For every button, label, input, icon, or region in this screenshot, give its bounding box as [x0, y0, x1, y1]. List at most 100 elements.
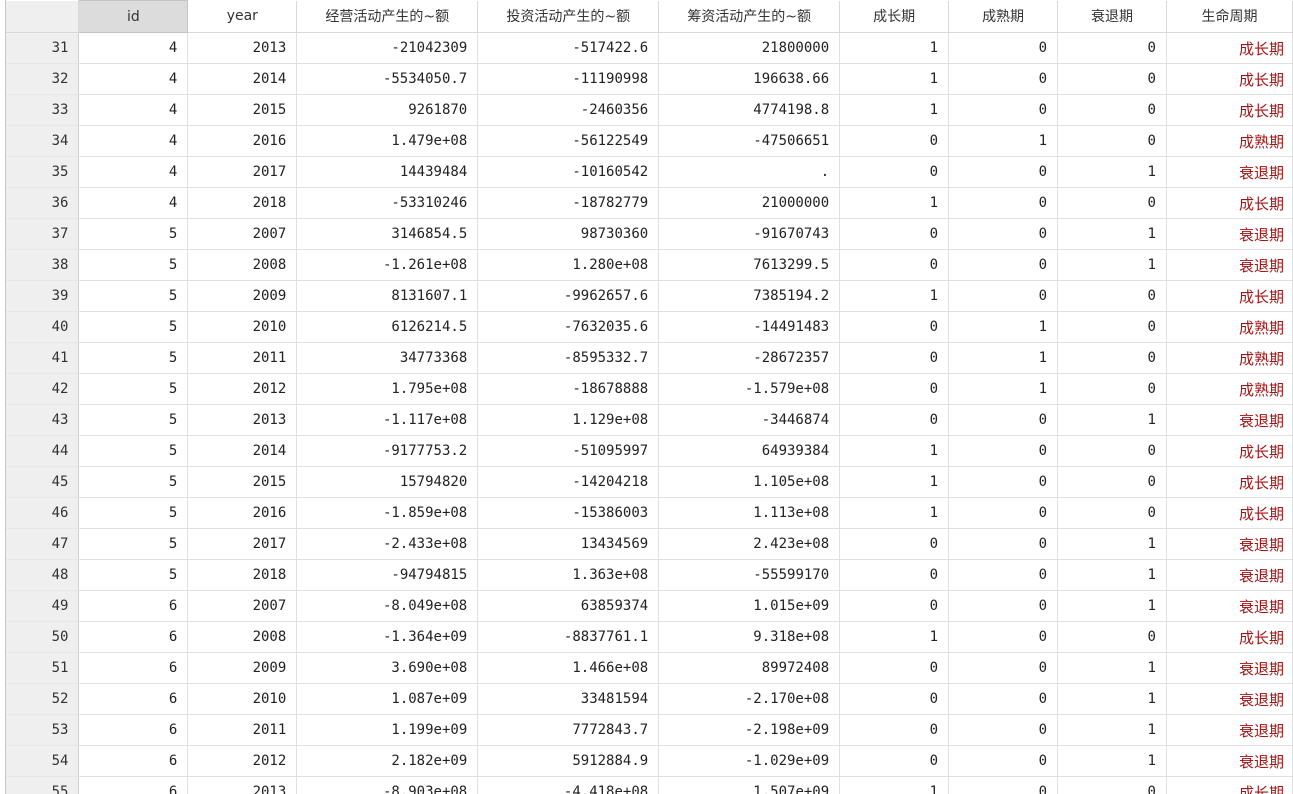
cell-decline[interactable]: 0 — [1057, 466, 1167, 498]
cell-op[interactable]: -1.117e+08 — [296, 404, 479, 436]
cell-fin[interactable]: 21000000 — [658, 187, 841, 219]
cell-decline[interactable]: 1 — [1057, 683, 1167, 715]
cell-id[interactable]: 6 — [78, 714, 189, 746]
cell-fin[interactable]: 7385194.2 — [658, 280, 841, 312]
cell-op[interactable]: -5534050.7 — [296, 63, 479, 95]
cell-life[interactable]: 成熟期 — [1166, 342, 1293, 374]
cell-mature[interactable]: 0 — [948, 466, 1059, 498]
cell-mature[interactable]: 0 — [948, 652, 1059, 684]
cell-id[interactable]: 6 — [78, 590, 189, 622]
cell-id[interactable]: 5 — [78, 218, 189, 250]
column-header-decline[interactable]: 衰退期 — [1057, 0, 1167, 33]
row-number[interactable]: 42 — [6, 373, 80, 405]
cell-fin[interactable]: 21800000 — [658, 32, 841, 64]
cell-fin[interactable]: 9.318e+08 — [658, 621, 841, 653]
cell-fin[interactable]: 89972408 — [658, 652, 841, 684]
cell-year[interactable]: 2012 — [187, 745, 298, 777]
cell-op[interactable]: -1.859e+08 — [296, 497, 479, 529]
cell-life[interactable]: 成长期 — [1166, 466, 1293, 498]
cell-fin[interactable]: 1.105e+08 — [658, 466, 841, 498]
cell-mature[interactable]: 1 — [948, 342, 1059, 374]
row-number[interactable]: 47 — [6, 528, 80, 560]
cell-inv[interactable]: -9962657.6 — [477, 280, 660, 312]
row-number[interactable]: 34 — [6, 125, 80, 157]
cell-decline[interactable]: 0 — [1057, 497, 1167, 529]
cell-life[interactable]: 衰退期 — [1166, 218, 1293, 250]
cell-life[interactable]: 成长期 — [1166, 32, 1293, 64]
cell-life[interactable]: 成长期 — [1166, 621, 1293, 653]
cell-year[interactable]: 2013 — [187, 404, 298, 436]
cell-mature[interactable]: 0 — [948, 187, 1059, 219]
cell-fin[interactable]: 7613299.5 — [658, 249, 841, 281]
cell-inv[interactable]: -4.418e+08 — [477, 776, 660, 794]
cell-year[interactable]: 2010 — [187, 683, 298, 715]
row-number[interactable]: 37 — [6, 218, 80, 250]
cell-fin[interactable]: -2.170e+08 — [658, 683, 841, 715]
cell-year[interactable]: 2008 — [187, 249, 298, 281]
cell-year[interactable]: 2007 — [187, 590, 298, 622]
row-number[interactable]: 50 — [6, 621, 80, 653]
cell-fin[interactable]: . — [658, 156, 841, 188]
cell-id[interactable]: 4 — [78, 63, 189, 95]
cell-mature[interactable]: 0 — [948, 621, 1059, 653]
cell-year[interactable]: 2012 — [187, 373, 298, 405]
cell-year[interactable]: 2013 — [187, 776, 298, 794]
cell-inv[interactable]: -56122549 — [477, 125, 660, 157]
column-header-mature[interactable]: 成熟期 — [948, 0, 1059, 33]
cell-life[interactable]: 衰退期 — [1166, 652, 1293, 684]
cell-id[interactable]: 5 — [78, 497, 189, 529]
cell-year[interactable]: 2011 — [187, 342, 298, 374]
cell-mature[interactable]: 0 — [948, 404, 1059, 436]
cell-inv[interactable]: 1.280e+08 — [477, 249, 660, 281]
cell-decline[interactable]: 1 — [1057, 156, 1167, 188]
cell-fin[interactable]: -1.579e+08 — [658, 373, 841, 405]
cell-mature[interactable]: 0 — [948, 156, 1059, 188]
cell-year[interactable]: 2011 — [187, 714, 298, 746]
cell-mature[interactable]: 0 — [948, 280, 1059, 312]
cell-growth[interactable]: 1 — [839, 187, 950, 219]
cell-mature[interactable]: 0 — [948, 776, 1059, 794]
cell-op[interactable]: -2.433e+08 — [296, 528, 479, 560]
row-number[interactable]: 54 — [6, 745, 80, 777]
cell-growth[interactable]: 1 — [839, 497, 950, 529]
cell-life[interactable]: 成长期 — [1166, 776, 1293, 794]
cell-growth[interactable]: 0 — [839, 559, 950, 591]
cell-year[interactable]: 2018 — [187, 559, 298, 591]
cell-id[interactable]: 4 — [78, 125, 189, 157]
cell-life[interactable]: 衰退期 — [1166, 745, 1293, 777]
cell-op[interactable]: 9261870 — [296, 94, 479, 126]
cell-id[interactable]: 5 — [78, 373, 189, 405]
cell-decline[interactable]: 0 — [1057, 373, 1167, 405]
cell-growth[interactable]: 0 — [839, 218, 950, 250]
cell-inv[interactable]: 1.363e+08 — [477, 559, 660, 591]
cell-op[interactable]: 8131607.1 — [296, 280, 479, 312]
cell-year[interactable]: 2017 — [187, 156, 298, 188]
cell-growth[interactable]: 0 — [839, 125, 950, 157]
cell-decline[interactable]: 1 — [1057, 218, 1167, 250]
cell-inv[interactable]: 1.466e+08 — [477, 652, 660, 684]
cell-fin[interactable]: -28672357 — [658, 342, 841, 374]
cell-op[interactable]: 14439484 — [296, 156, 479, 188]
cell-life[interactable]: 衰退期 — [1166, 559, 1293, 591]
row-number[interactable]: 35 — [6, 156, 80, 188]
cell-inv[interactable]: 7772843.7 — [477, 714, 660, 746]
cell-growth[interactable]: 1 — [839, 63, 950, 95]
cell-life[interactable]: 成熟期 — [1166, 311, 1293, 343]
cell-op[interactable]: 3.690e+08 — [296, 652, 479, 684]
cell-decline[interactable]: 0 — [1057, 776, 1167, 794]
cell-op[interactable]: -53310246 — [296, 187, 479, 219]
cell-fin[interactable]: -1.029e+09 — [658, 745, 841, 777]
cell-year[interactable]: 2010 — [187, 311, 298, 343]
cell-inv[interactable]: -51095997 — [477, 435, 660, 467]
cell-mature[interactable]: 1 — [948, 311, 1059, 343]
cell-decline[interactable]: 0 — [1057, 125, 1167, 157]
cell-growth[interactable]: 0 — [839, 528, 950, 560]
cell-decline[interactable]: 1 — [1057, 404, 1167, 436]
cell-id[interactable]: 6 — [78, 683, 189, 715]
cell-decline[interactable]: 1 — [1057, 745, 1167, 777]
cell-growth[interactable]: 0 — [839, 683, 950, 715]
cell-mature[interactable]: 0 — [948, 435, 1059, 467]
cell-life[interactable]: 成长期 — [1166, 280, 1293, 312]
cell-decline[interactable]: 0 — [1057, 63, 1167, 95]
cell-decline[interactable]: 0 — [1057, 187, 1167, 219]
